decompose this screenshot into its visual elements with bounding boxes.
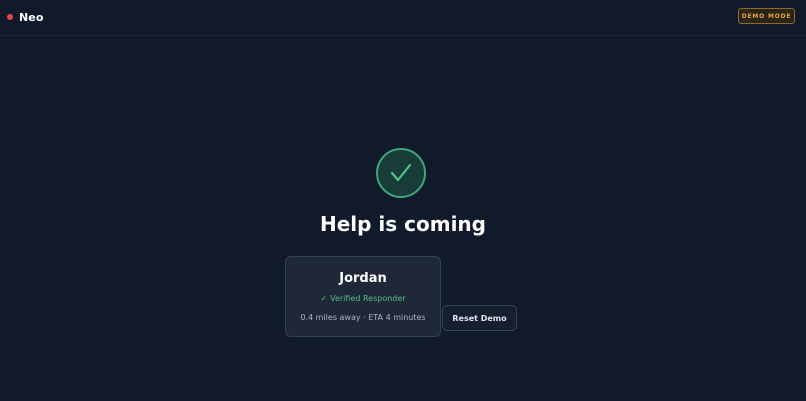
app-name: Neo [19, 10, 44, 24]
top-bar: Neo DEMO MODE [0, 0, 806, 36]
reset-demo-button[interactable]: Reset Demo [442, 305, 517, 331]
verified-badge: ✓ Verified Responder [286, 294, 440, 303]
responder-card: Jordan ✓ Verified Responder 0.4 miles aw… [285, 256, 441, 337]
verified-label: Verified Responder [330, 294, 406, 303]
page-title: Help is coming [319, 212, 486, 236]
responder-name: Jordan [339, 271, 387, 286]
responder-distance-eta: 0.4 miles away · ETA 4 minutes [300, 313, 426, 322]
success-check-icon [376, 148, 426, 198]
brand: Neo [7, 9, 44, 25]
demo-mode-badge: DEMO MODE [738, 8, 795, 24]
status-dot-icon [7, 14, 13, 20]
verified-check-icon: ✓ [320, 294, 328, 303]
check-icon [390, 163, 412, 182]
